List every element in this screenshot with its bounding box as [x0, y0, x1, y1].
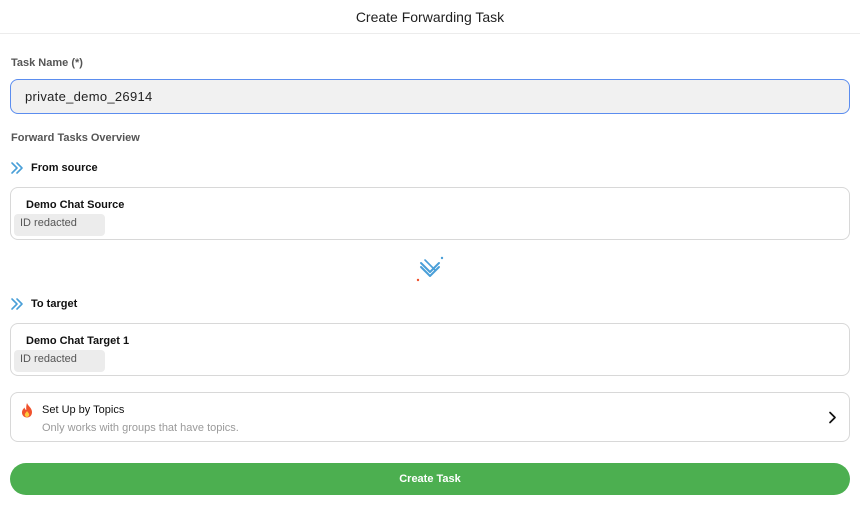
source-card[interactable]: Demo Chat Source ID redacted	[10, 187, 850, 240]
source-heading: From source	[10, 161, 98, 175]
source-heading-text: From source	[31, 162, 98, 174]
page-header: Create Forwarding Task	[0, 0, 860, 34]
task-name-input[interactable]	[10, 79, 850, 114]
source-id-chip: ID redacted	[14, 214, 105, 236]
topics-title: Set Up by Topics	[42, 404, 125, 416]
page-title: Create Forwarding Task	[355, 8, 505, 25]
fire-icon	[22, 403, 32, 418]
target-chat-name: Demo Chat Target 1	[26, 335, 130, 347]
source-chat-name: Demo Chat Source	[26, 199, 125, 211]
double-chevron-right-icon	[11, 162, 23, 174]
overview-label: Forward Tasks Overview	[11, 132, 140, 144]
task-name-label: Task Name (*)	[11, 57, 83, 69]
target-id-chip: ID redacted	[14, 350, 105, 372]
double-chevron-right-icon	[11, 298, 23, 310]
target-heading-text: To target	[31, 298, 78, 310]
chevron-right-icon	[829, 411, 836, 424]
create-task-button[interactable]: Create Task	[10, 463, 850, 495]
topics-subtitle: Only works with groups that have topics.	[42, 422, 239, 434]
target-card[interactable]: Demo Chat Target 1 ID redacted	[10, 323, 850, 376]
setup-topics-row[interactable]: Set Up by Topics Only works with groups …	[10, 392, 850, 442]
target-heading: To target	[10, 297, 77, 311]
swap-direction-icon[interactable]	[415, 254, 445, 284]
